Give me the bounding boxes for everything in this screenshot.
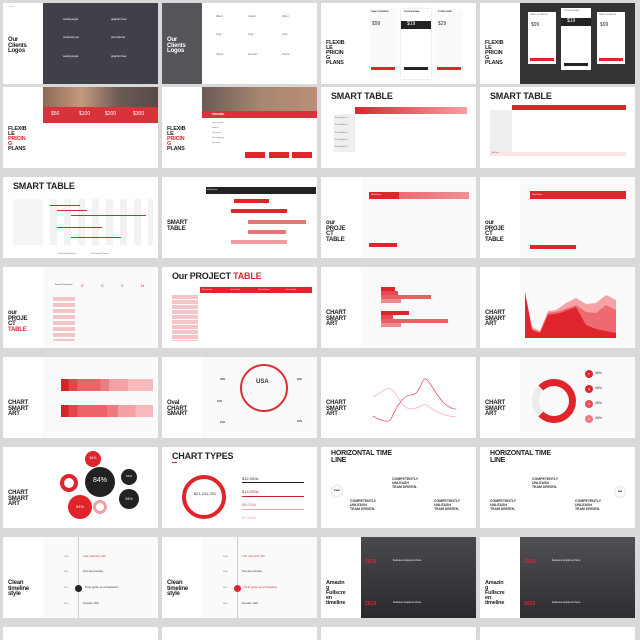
slide-fullscreen-timeline-1[interactable]: Amazin g Fullscre en timeline 2012 Features … (321, 537, 476, 618)
slide-title: SMART TABLE (490, 91, 552, 101)
slide-title: Clean timeline style (8, 580, 30, 598)
photo-background: 2014 Features simple text here 2015 Feat… (520, 537, 635, 618)
slide-chart-radial[interactable]: CHART SMART ART P 46% Q 46% S 46% U 46% (480, 357, 635, 438)
area-chart (525, 292, 616, 338)
slide-title: Amazin g Fullscre en timeline (485, 580, 505, 607)
slide-project-table-2[interactable]: our PROJE CT TABLE Month Name (480, 177, 635, 258)
plan-button[interactable] (437, 67, 461, 70)
slide-title: FLEXIB LE PRICIN G PLANS (485, 40, 504, 67)
slide-title: Our Clients Logos (167, 37, 186, 55)
slide-clients-logos-2[interactable]: Our Clients Logos Zillent Inkwell Zillent … (162, 3, 317, 84)
timeline-dot (234, 585, 241, 592)
slide-clean-timeline-1[interactable]: Clean timeline style 1998 Year I was born,… (3, 537, 158, 618)
oval-ring (240, 364, 288, 412)
plan-card: SMALL BUSINESS $99 (369, 9, 397, 79)
slide-project-table-1[interactable]: our PROJE CT TABLE Month Name (321, 177, 476, 258)
slide-title: CHART SMART ART (485, 310, 506, 328)
slide-title: FLEXIB LE PRICIN G PLANS (8, 126, 27, 153)
plan-card: PROFESSIONAL $19 (561, 8, 591, 70)
slide-title: CHART TYPES (172, 451, 234, 461)
logo-grid: Zillent Inkwell Zillent Logo Logo Logo C… (202, 3, 317, 84)
slide-title: CHART SMART ART (8, 400, 29, 418)
slide-chart-line[interactable]: CHART SMART ART (321, 357, 476, 438)
slide-grid: Subtitle Our Clients Logos audiojungle gra… (0, 0, 640, 640)
slide-smart-table-2[interactable]: SMART TABLE Total Row (480, 87, 635, 168)
slide-title: Our PROJECT TABLE (172, 271, 262, 281)
slide-title: Amazin g Fullscre en timeline (326, 580, 346, 607)
slide-smart-table-bars[interactable]: SMART TABLE Month Name (162, 177, 317, 258)
slide-project-features[interactable]: our PROJE CT TABLE Feature Description Z C … (3, 267, 158, 348)
slide-pricing-photos[interactable]: FLEXIB LE PRICIN G PLANS $50 $100 $200 $300 (3, 87, 158, 168)
slide-title: SMART TABLE (13, 181, 75, 191)
slide-smart-table-1[interactable]: SMART TABLE Row Sample 01 Row Sample 02 … (321, 87, 476, 168)
slide-title: FLEXIB LE PRICIN G PLANS (167, 126, 186, 153)
slide-title: CHART SMART ART (326, 400, 347, 418)
slide-clients-logos-1[interactable]: Subtitle Our Clients Logos audiojungle gra… (3, 3, 158, 84)
slide-chart-area[interactable]: CHART SMART ART (480, 267, 635, 348)
plan-card: SMALL BUSINESS $99 (528, 12, 556, 64)
hbar-chart (361, 267, 476, 348)
slide-pricing-table[interactable]: FLEXIB LE PRICIN G PLANS PRICING Lorem Ipsum… (162, 87, 317, 168)
stacked-bar-chart (43, 357, 158, 438)
slide-title: HORIZONTAL TIME LINE (331, 450, 392, 464)
team-photo (43, 87, 158, 107)
slide-title: SMART TABLE (167, 220, 188, 232)
timeline-dot (75, 585, 82, 592)
slide-chart-types[interactable]: CHART TYPES $21,241,251 $32,000k $16,000… (162, 447, 317, 528)
plan-button[interactable] (371, 67, 395, 70)
slide-title: CHART SMART ART (485, 400, 506, 418)
office-photo (202, 87, 317, 111)
slide-title: FLEXIB LE PRICIN G PLANS (326, 40, 345, 67)
slide-chart-bubbles[interactable]: CHART SMART ART 54% 84% 54% 54% 54% (3, 447, 158, 528)
plan-button[interactable] (404, 67, 428, 70)
slide-title: CHART SMART ART (326, 310, 347, 328)
slide-title: SMART TABLE (331, 91, 393, 101)
slide-title: HORIZONTAL TIME LINE (490, 450, 551, 464)
slide-our-project-table[interactable]: Our PROJECT TABLE First Column Two Colum… (162, 267, 317, 348)
slide-partial[interactable] (3, 627, 158, 640)
logo-panel: audiojungle graphicriver codecanyon phot… (43, 3, 158, 84)
start-marker: START (332, 486, 342, 496)
plan-card: PROFESSIONAL $19 (401, 9, 431, 79)
slide-pricing-plans-2[interactable]: FLEXIB LE PRICIN G PLANS SMALL BUSINESS $99 … (480, 3, 635, 84)
slide-title: our PROJE CT TABLE (8, 310, 28, 333)
plan-card: SMALL BUSINESS $99 (597, 12, 625, 64)
donut-chart (182, 475, 226, 519)
slide-partial[interactable] (162, 627, 317, 640)
slide-chart-hbar[interactable]: CHART SMART ART (321, 267, 476, 348)
slide-smart-table-gantt[interactable]: SMART TABLE Data Sample Planned Data Sam… (3, 177, 158, 258)
slide-title: CHART SMART ART (8, 490, 29, 508)
line-chart (372, 378, 457, 422)
slide-clean-timeline-2[interactable]: Clean timeline style 2003 Year I was born,… (162, 537, 317, 618)
slide-partial[interactable] (321, 627, 476, 640)
slide-horizontal-timeline-1[interactable]: HORIZONTAL TIME LINE START COMPETENTLY UN… (321, 447, 476, 528)
slide-title: Our Clients Logos (8, 37, 27, 55)
slide-horizontal-timeline-2[interactable]: HORIZONTAL TIME LINE END COMPETENTLY UNLE… (480, 447, 635, 528)
end-marker: END (615, 487, 625, 497)
photo-background: 2012 Features simple text here 2013 Feat… (361, 537, 476, 618)
slide-pricing-plans-1[interactable]: FLEXIB LE PRICIN G PLANS SMALL BUSINESS $99 … (321, 3, 476, 84)
slide-oval-chart[interactable]: Oval CHART SMART USA 23% 33% 19% 21% 16% (162, 357, 317, 438)
slide-chart-stacked[interactable]: CHART SMART ART (3, 357, 158, 438)
slide-title: Clean timeline style (167, 580, 189, 598)
slide-title: our PROJE CT TABLE (326, 220, 346, 243)
slide-partial[interactable] (480, 627, 635, 640)
slide-title: Oval CHART SMART (167, 400, 188, 418)
plan-card: POWER USER $29 (435, 9, 463, 79)
slide-title: our PROJE CT TABLE (485, 220, 505, 243)
slide-fullscreen-timeline-2[interactable]: Amazin g Fullscre en timeline 2014 Features … (480, 537, 635, 618)
